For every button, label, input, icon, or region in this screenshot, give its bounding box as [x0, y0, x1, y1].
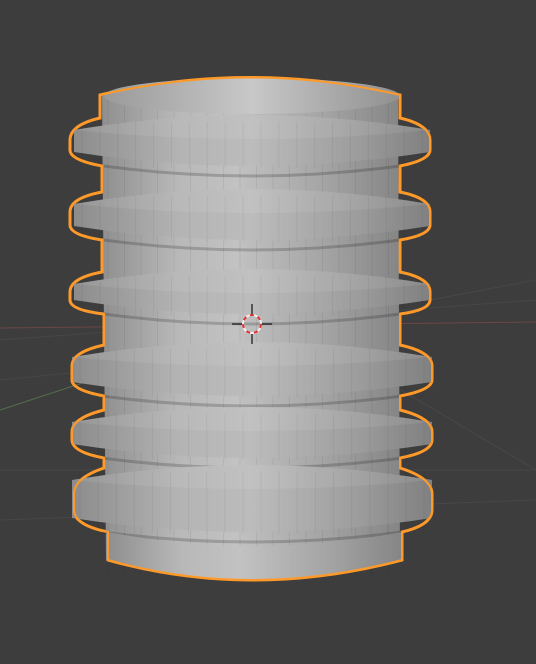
3d-viewport[interactable]: [0, 0, 536, 664]
cylinder-object[interactable]: [68, 76, 434, 582]
cylinder-top-cap: [104, 78, 400, 114]
viewport-canvas[interactable]: [0, 0, 536, 664]
